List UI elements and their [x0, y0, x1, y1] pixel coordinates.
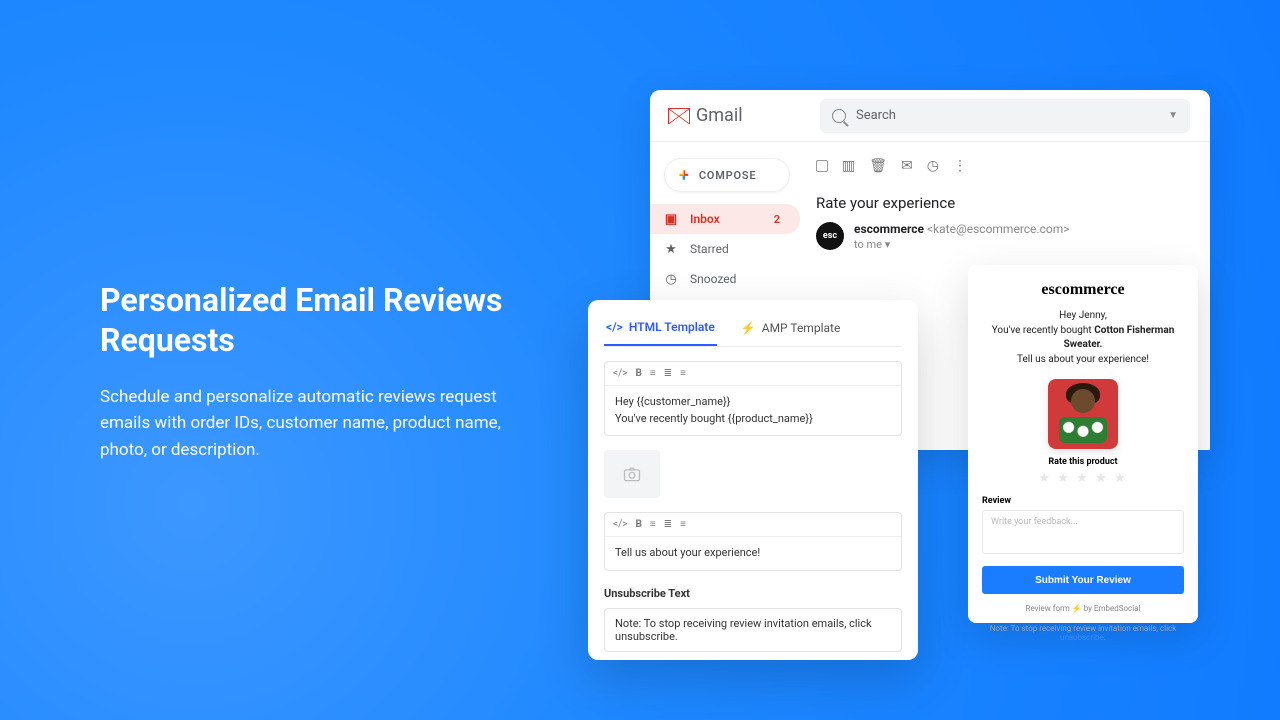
email-sender: esc escommerce <kate@escommerce.com> to …	[816, 222, 1194, 251]
tab-amp-label: AMP Template	[762, 321, 841, 335]
unsubscribe-link[interactable]: unsubscribe	[1060, 633, 1104, 642]
preview-brand: escommerce	[982, 281, 1184, 299]
preview-footer: Review form ⚡ by EmbedSocial	[982, 604, 1184, 613]
plus-icon: +	[679, 165, 689, 186]
search-input[interactable]: Search ▼	[820, 99, 1190, 133]
gmail-product-name: Gmail	[696, 105, 743, 126]
tab-amp-template[interactable]: ⚡ AMP Template	[739, 314, 843, 346]
editor-block-1-body[interactable]: Hey {{customer_name}} You've recently bo…	[605, 386, 901, 435]
note-a: Note: To stop receiving review invitatio…	[990, 624, 1177, 633]
hero-subtitle: Schedule and personalize automatic revie…	[100, 384, 540, 463]
list-icon[interactable]: ≣	[664, 519, 672, 530]
review-textarea[interactable]: Write your feedback...	[982, 510, 1184, 554]
code-icon[interactable]: </>	[613, 368, 627, 379]
email-preview: escommerce Hey Jenny, You've recently bo…	[968, 265, 1198, 623]
unsubscribe-text-input[interactable]: Note: To stop receiving review invitatio…	[604, 608, 902, 652]
starred-label: Starred	[690, 242, 729, 256]
inbox-icon: ▣	[664, 212, 678, 227]
align-icon[interactable]: ≡	[650, 519, 656, 530]
gmail-logo: Gmail	[650, 105, 800, 126]
editor-block-1[interactable]: </> B ≡ ≣ ≡ Hey {{customer_name}} You've…	[604, 361, 902, 436]
align-icon[interactable]: ≡	[650, 368, 656, 379]
submit-review-button[interactable]: Submit Your Review	[982, 566, 1184, 594]
bold-icon[interactable]: B	[635, 368, 641, 379]
footer-a: Review form	[1026, 604, 1072, 613]
sidebar-item-starred[interactable]: ★ Starred	[650, 234, 800, 264]
compose-label: COMPOSE	[699, 169, 757, 182]
search-placeholder: Search	[856, 108, 896, 123]
tab-html-template[interactable]: </> HTML Template	[604, 314, 717, 346]
editor-block-2-body[interactable]: Tell us about your experience!	[605, 537, 901, 570]
editor-block-2[interactable]: </> B ≡ ≣ ≡ Tell us about your experienc…	[604, 512, 902, 571]
image-upload[interactable]	[604, 450, 660, 498]
toolbar-1[interactable]: </> B ≡ ≣ ≡	[605, 362, 901, 386]
snoozed-label: Snoozed	[690, 272, 736, 286]
email-subject: Rate your experience	[816, 194, 1194, 212]
template-editor: </> HTML Template ⚡ AMP Template </> B ≡…	[588, 300, 918, 660]
rate-label: Rate this product	[982, 457, 1184, 467]
preview-product-image	[1048, 379, 1118, 449]
note-b: .	[1104, 633, 1106, 642]
hero-copy: Personalized Email Reviews Requests Sche…	[100, 280, 540, 463]
sidebar-item-snoozed[interactable]: ◷ Snoozed	[650, 264, 800, 294]
editor-tabs: </> HTML Template ⚡ AMP Template	[604, 314, 902, 347]
bolt-icon: ⚡	[741, 321, 756, 335]
snooze-icon[interactable]: ◷	[927, 158, 939, 174]
code-icon: </>	[606, 320, 623, 334]
clock-icon: ◷	[664, 272, 678, 287]
hero-title: Personalized Email Reviews Requests	[100, 280, 540, 360]
list2-icon[interactable]: ≡	[680, 519, 686, 530]
footer-b: by EmbedSocial	[1084, 604, 1141, 613]
gmail-m-icon	[668, 108, 690, 124]
star-icon: ★	[664, 242, 678, 257]
inbox-count: 2	[774, 213, 786, 226]
sender-name: escommerce	[854, 222, 924, 236]
archive-icon[interactable]: ▥	[842, 158, 855, 174]
list-icon[interactable]: ≣	[664, 368, 672, 379]
more-icon[interactable]: ⋮	[953, 158, 967, 174]
compose-button[interactable]: + COMPOSE	[664, 158, 790, 192]
sidebar-item-inbox[interactable]: ▣ Inbox 2	[650, 204, 800, 234]
toolbar-2[interactable]: </> B ≡ ≣ ≡	[605, 513, 901, 537]
unsubscribe-note: Note: To stop receiving review invitatio…	[968, 624, 1198, 642]
mail-icon[interactable]: ✉	[901, 158, 913, 174]
preview-body: Hey Jenny, You've recently bought Cotton…	[982, 309, 1184, 367]
list2-icon[interactable]: ≡	[680, 368, 686, 379]
bold-icon[interactable]: B	[635, 519, 641, 530]
review-label: Review	[982, 496, 1184, 506]
preview-greeting: Hey Jenny,	[1059, 310, 1107, 321]
tab-html-label: HTML Template	[629, 320, 715, 334]
sender-to-line[interactable]: to me ▾	[854, 238, 1070, 251]
rating-stars[interactable]: ★ ★ ★ ★ ★	[982, 471, 1184, 486]
bolt-icon: ⚡	[1072, 604, 1082, 613]
search-caret-icon[interactable]: ▼	[1168, 110, 1178, 121]
select-checkbox[interactable]	[816, 160, 828, 172]
inbox-label: Inbox	[690, 212, 720, 226]
delete-icon[interactable]: 🗑	[869, 158, 887, 174]
gmail-toolbar: ▥ 🗑 ✉ ◷ ⋮	[816, 152, 1194, 180]
gmail-header: Gmail Search ▼	[650, 90, 1210, 142]
sender-address: <kate@escommerce.com>	[927, 222, 1070, 236]
code-icon[interactable]: </>	[613, 519, 627, 530]
search-icon	[832, 109, 846, 123]
preview-line2a: You've recently bought	[992, 325, 1095, 336]
camera-icon	[622, 464, 642, 484]
sender-avatar: esc	[816, 222, 844, 250]
unsubscribe-label: Unsubscribe Text	[604, 587, 902, 600]
preview-line3: Tell us about your experience!	[1017, 354, 1149, 365]
